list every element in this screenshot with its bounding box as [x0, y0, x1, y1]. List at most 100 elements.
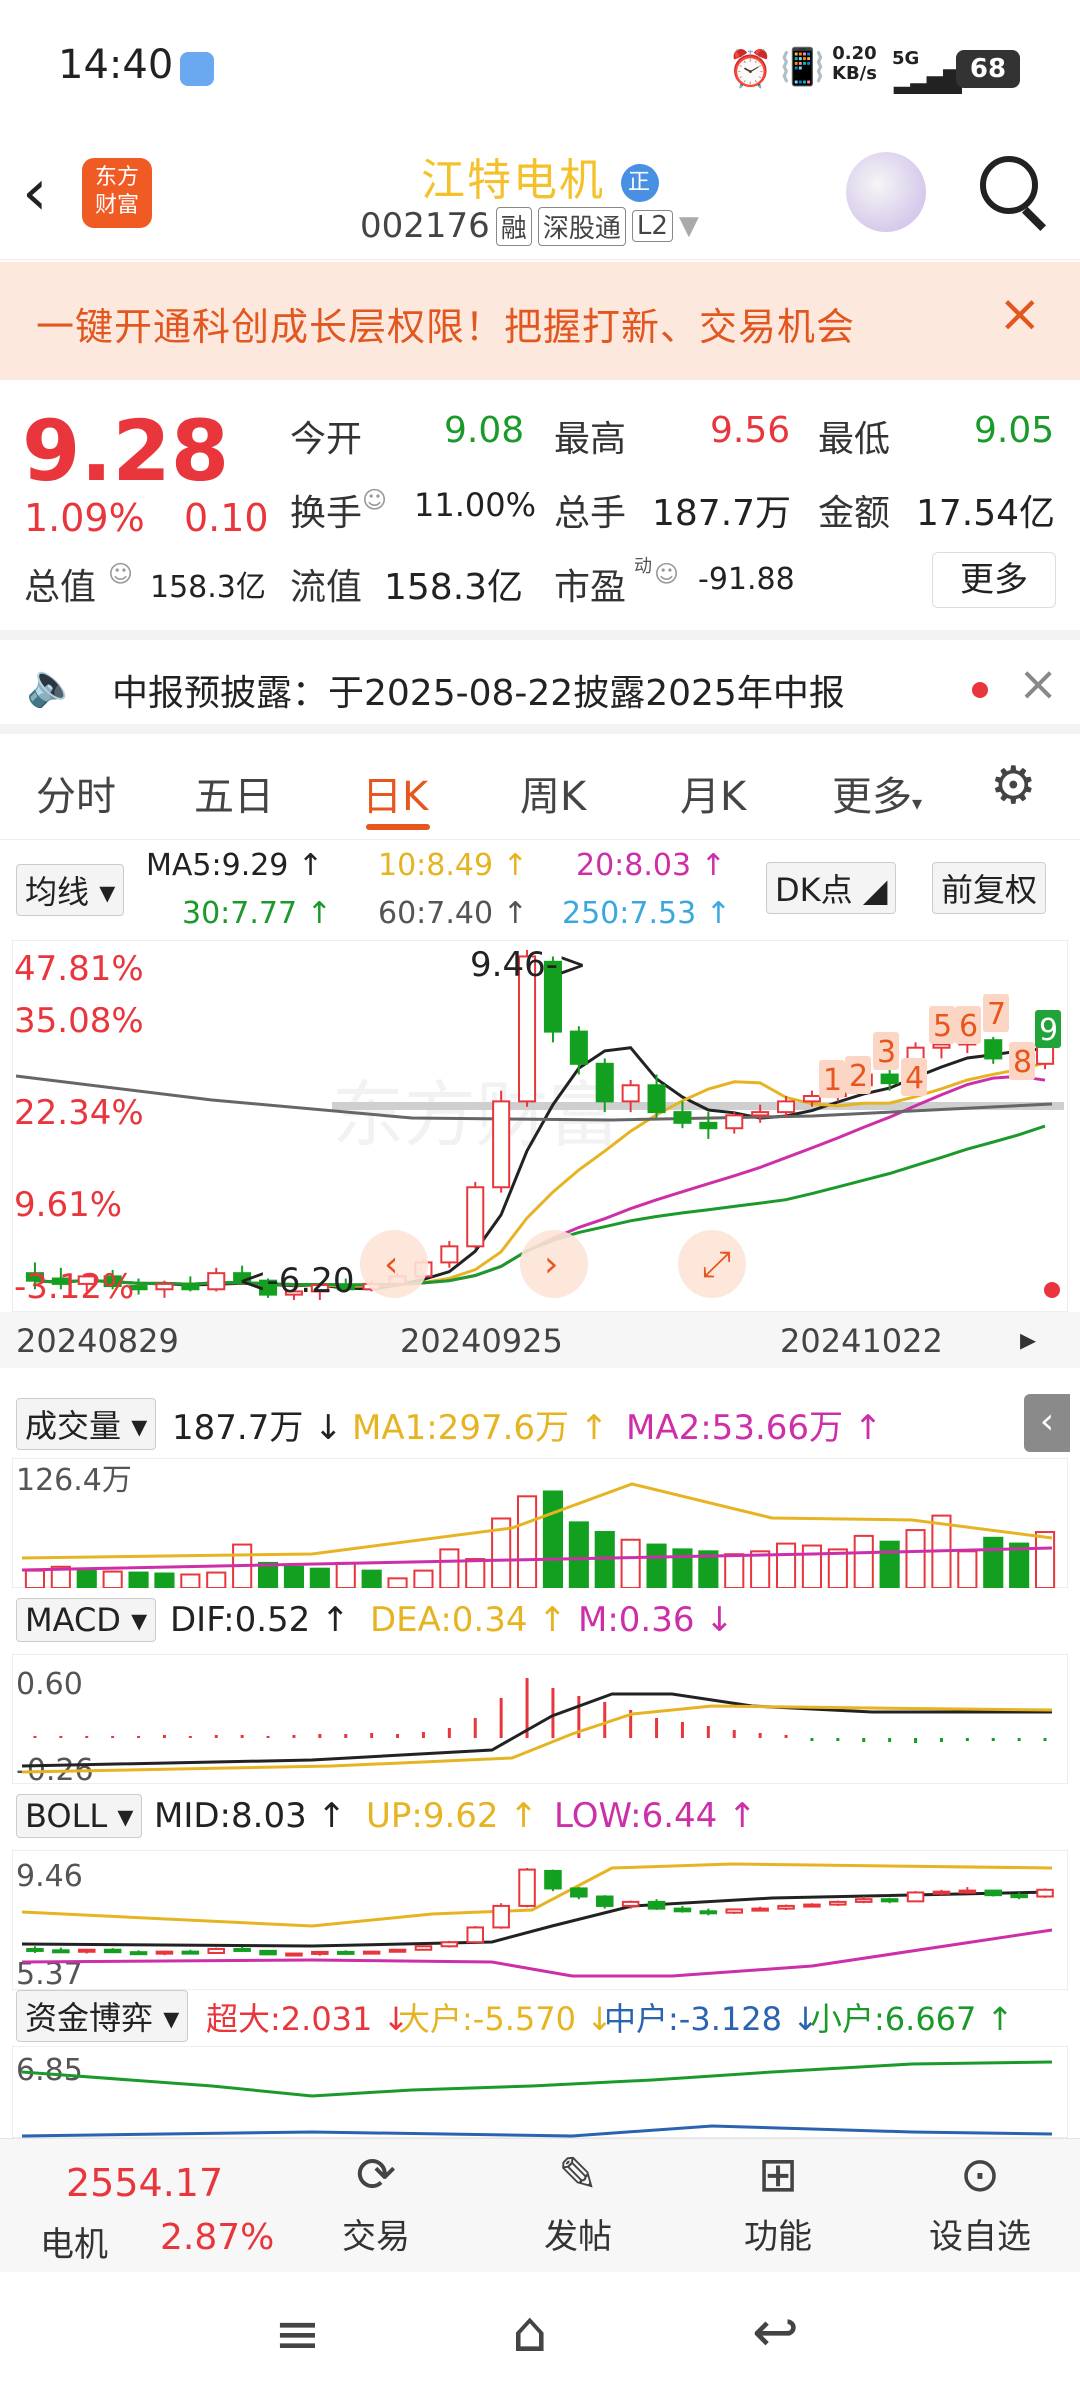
fund-small: 小户:6.667 ↑: [810, 2000, 1014, 2038]
chart-nav-icon: ⤢: [702, 1244, 731, 1285]
ma30-value: 30:7.77 ↑: [182, 896, 332, 931]
volume-bar: [775, 1542, 797, 1588]
more-button[interactable]: 更多: [932, 552, 1056, 608]
volume-bar: [568, 1521, 589, 1588]
low-marker: <-6.20: [238, 1261, 354, 1301]
index-widget[interactable]: 2554.17 电机 2.87%: [0, 2139, 290, 2273]
boll-candle: [1010, 1894, 1028, 1899]
stock-code-row[interactable]: 002176 融 深股通 L2 ▼: [360, 206, 699, 246]
macd-dea: DEA:0.34 ↑: [370, 1600, 567, 1640]
boll-candle: [570, 1887, 588, 1898]
turnover-value: 11.00%: [414, 486, 537, 524]
mktcap-label: 总值: [24, 567, 97, 608]
volume-selector[interactable]: 成交量 ▾: [16, 1398, 157, 1450]
function-button[interactable]: ⊞ 功能: [708, 2147, 848, 2258]
dk-point-button[interactable]: DK点 ◢: [766, 862, 897, 914]
candlestick-chart[interactable]: 东方财富 47.81%35.08%22.34%9.61%-3.12%9.46->…: [12, 940, 1068, 1312]
chart-nav-icon: ‹: [384, 1244, 398, 1285]
pe-sup: 动: [634, 556, 652, 577]
boll-candle: [103, 1948, 122, 1954]
dropdown-icon[interactable]: ▼: [679, 211, 699, 241]
add-watchlist-button[interactable]: ⊙ 设自选: [910, 2147, 1050, 2258]
pct-label: 35.08%: [14, 1001, 144, 1041]
collapse-panel-icon[interactable]: ‹: [1024, 1394, 1070, 1452]
speaker-icon: 🔈: [26, 660, 79, 709]
volume-bar: [180, 1573, 201, 1588]
stock-code: 002176: [360, 206, 490, 246]
candle: [181, 1282, 200, 1291]
candle: [569, 1030, 588, 1065]
ma5-value: MA5:9.29 ↑: [146, 848, 324, 883]
margin-tag: 融: [495, 206, 532, 246]
back-nav-icon[interactable]: ↩: [752, 2300, 799, 2365]
trade-button[interactable]: ⟳ 交易: [306, 2147, 446, 2258]
index-name: 电机: [40, 2225, 108, 2265]
open-label: 今开: [290, 419, 363, 460]
macd-selector[interactable]: MACD ▾: [16, 1598, 157, 1642]
home-icon[interactable]: ⌂: [512, 2300, 548, 2365]
tab-five-day[interactable]: 五日: [194, 764, 274, 822]
boll-chart[interactable]: 9.46 5.37: [12, 1850, 1068, 1990]
notice-bar[interactable]: 🔈 中报预披露：于2025-08-22披露2025年中报 ×: [0, 630, 1080, 734]
volume-bar: [102, 1570, 123, 1588]
menu-icon[interactable]: ≡: [274, 2302, 321, 2367]
date-label: 20241022: [780, 1322, 943, 1360]
adjust-button[interactable]: 前复权: [932, 862, 1047, 914]
boll-candle: [388, 1948, 407, 1953]
volume-chart[interactable]: 126.4万: [12, 1458, 1068, 1588]
fund-chart[interactable]: 6.85: [12, 2046, 1068, 2138]
clock: 14:40: [58, 42, 174, 88]
volume-ma2: MA2:53.66万 ↑: [626, 1408, 883, 1448]
info-icon[interactable]: ☺: [362, 486, 387, 514]
fund-axis-max: 6.85: [16, 2053, 83, 2088]
tab-monthly-k[interactable]: 月K: [680, 764, 746, 822]
tab-intraday[interactable]: 分时: [36, 764, 116, 822]
open-value: 9.08: [444, 410, 525, 451]
robot-avatar-icon[interactable]: [846, 152, 926, 232]
pct-label: 47.81%: [14, 949, 144, 989]
ma-selector[interactable]: 均线 ▾: [16, 864, 125, 916]
alarm-icon: ⏰: [728, 49, 773, 90]
macd-chart[interactable]: 0.60 -0.26: [12, 1654, 1068, 1784]
candle: [673, 1111, 692, 1124]
tab-weekly-k[interactable]: 周K: [520, 764, 586, 822]
index-value: 2554.17: [66, 2161, 224, 2205]
ma250-value: 250:7.53 ↑: [562, 896, 731, 931]
high-marker: 9.46->: [470, 945, 586, 985]
boll-candle: [906, 1891, 925, 1903]
scroll-right-icon[interactable]: ▸: [1020, 1320, 1036, 1358]
volume-bar: [257, 1561, 279, 1588]
boll-selector[interactable]: BOLL ▾: [16, 1794, 143, 1838]
fund-super: 超大:2.031 ↓: [206, 2000, 410, 2038]
info-icon[interactable]: ☺: [108, 560, 133, 588]
search-icon[interactable]: [980, 156, 1038, 214]
amount-label: 金额: [818, 493, 891, 534]
volume-bar: [594, 1531, 615, 1588]
boll-candle: [155, 1950, 174, 1955]
promo-text: 一键开通科创成长层权限！把握打新、交易机会: [36, 305, 856, 349]
volume-value: 187.7万: [652, 493, 792, 534]
tab-more[interactable]: 更多▾: [832, 764, 922, 822]
high-label: 最高: [554, 419, 627, 460]
pct-label: 9.61%: [14, 1185, 122, 1225]
dk-mark: 1: [823, 1063, 842, 1098]
volume-bar: [413, 1569, 434, 1588]
close-icon[interactable]: ×: [998, 284, 1042, 344]
amount-value: 17.54亿: [916, 493, 1056, 534]
post-button[interactable]: ✎ 发帖: [508, 2147, 648, 2258]
boll-candle: [621, 1900, 640, 1907]
macd-legend: MACD ▾ DIF:0.52 ↑ DEA:0.34 ↑ M:0.36 ↓: [0, 1594, 1080, 1650]
fund-selector[interactable]: 资金博弈 ▾: [16, 1990, 189, 2042]
tab-daily-k[interactable]: 日K: [362, 764, 428, 822]
boll-candle: [751, 1907, 769, 1912]
candle: [492, 1100, 511, 1189]
boll-candle: [932, 1890, 951, 1895]
settings-gear-icon[interactable]: ⚙: [990, 756, 1037, 816]
candle: [466, 1186, 485, 1248]
candle: [725, 1114, 744, 1130]
trade-icon: ⟳: [355, 2147, 397, 2203]
promo-banner[interactable]: 一键开通科创成长层权限！把握打新、交易机会 ×: [0, 262, 1080, 380]
candle: [932, 1043, 951, 1049]
close-icon[interactable]: ×: [1018, 656, 1058, 712]
info-icon[interactable]: ☺: [654, 560, 679, 588]
